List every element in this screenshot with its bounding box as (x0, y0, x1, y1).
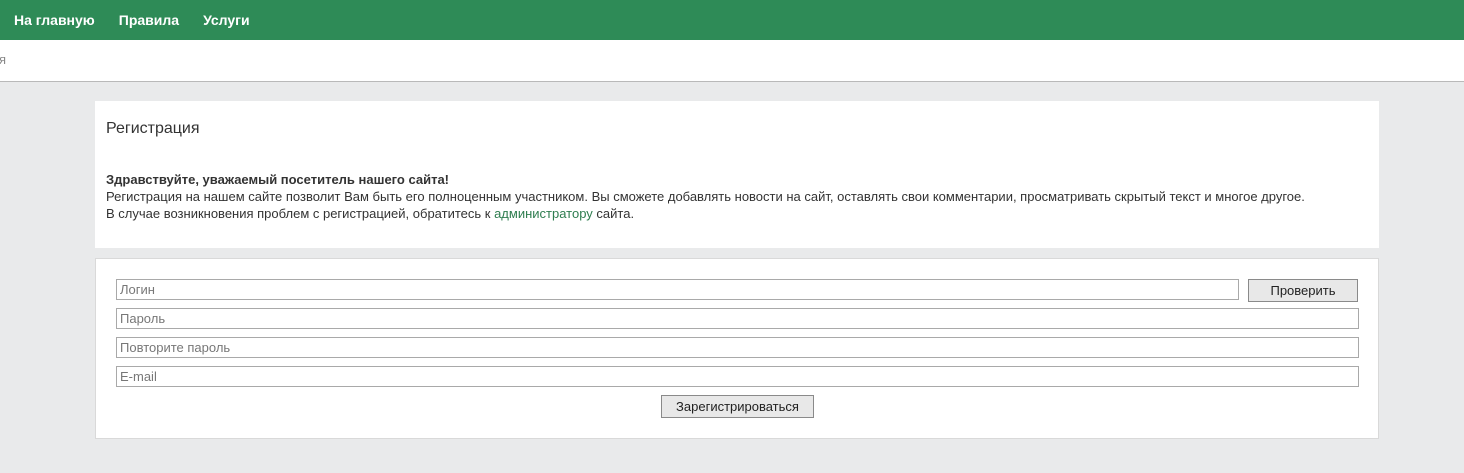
email-input[interactable] (116, 366, 1359, 387)
administrator-link[interactable]: администратору (494, 206, 593, 221)
page-title: Регистрация (106, 120, 200, 137)
login-input[interactable] (116, 279, 1239, 300)
nav-home-link[interactable]: На главную (14, 0, 95, 40)
registration-info-text: Здравствуйте, уважаемый посетитель нашег… (106, 171, 1356, 222)
registration-form: Проверить Зарегистрироваться (95, 258, 1379, 439)
problem-text-suffix: сайта. (592, 206, 635, 221)
registration-description: Регистрация на нашем сайте позволит Вам … (106, 189, 1305, 204)
register-button[interactable]: Зарегистрироваться (661, 395, 814, 418)
check-login-button[interactable]: Проверить (1248, 279, 1358, 302)
repeat-password-input[interactable] (116, 337, 1359, 358)
password-input[interactable] (116, 308, 1359, 329)
secondary-bar: я (0, 40, 1464, 82)
problem-text-prefix: В случае возникновения проблем с регистр… (106, 206, 495, 221)
secondary-bar-text: я (0, 52, 7, 67)
nav-services-link[interactable]: Услуги (203, 0, 250, 40)
greeting-text: Здравствуйте, уважаемый посетитель нашег… (106, 172, 450, 187)
registration-info-panel: Регистрация Здравствуйте, уважаемый посе… (95, 101, 1379, 248)
top-navigation-bar: На главную Правила Услуги (0, 0, 1464, 40)
nav-rules-link[interactable]: Правила (119, 0, 179, 40)
